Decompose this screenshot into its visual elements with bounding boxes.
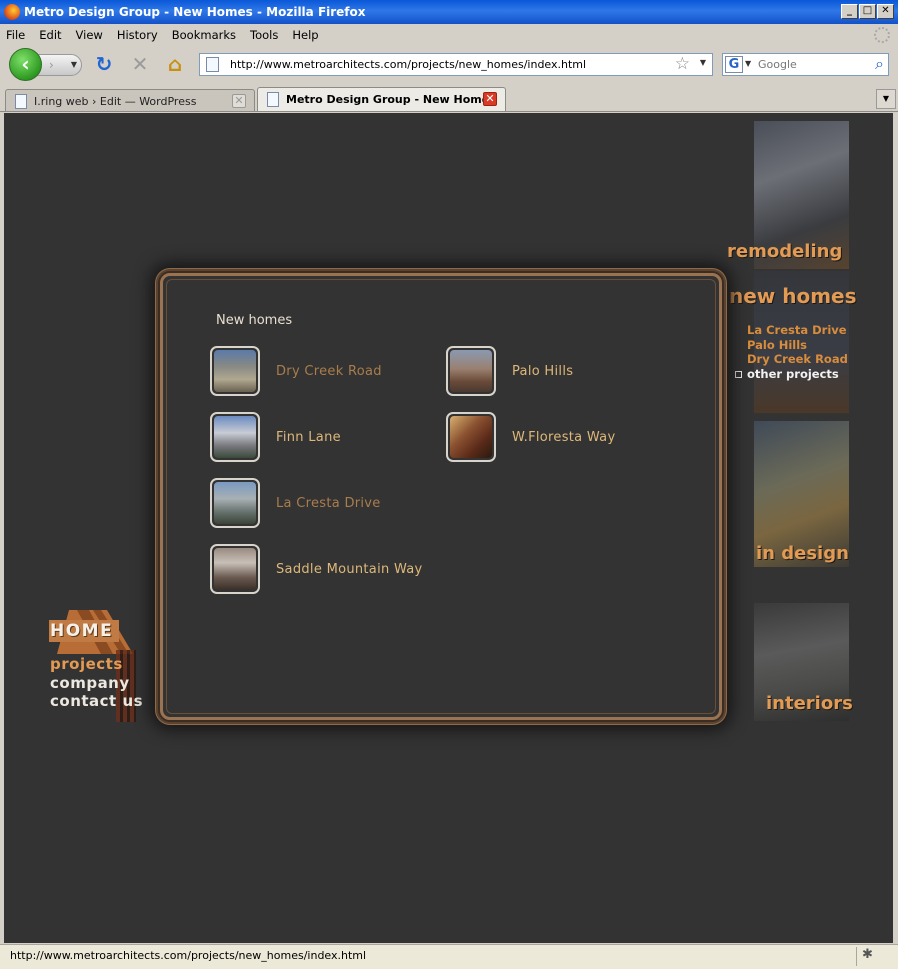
project-link[interactable]: Saddle Mountain Way [276, 562, 423, 577]
window-titlebar: Metro Design Group - New Homes - Mozilla… [0, 0, 898, 24]
tab-label: Metro Design Group - New Homes [286, 93, 496, 106]
nav-new-homes[interactable]: new homes [729, 284, 857, 308]
project-link[interactable]: La Cresta Drive [276, 496, 381, 511]
stop-icon[interactable]: ✕ [129, 53, 151, 75]
project-link[interactable]: Palo Hills [512, 364, 573, 379]
menu-bar: File Edit View History Bookmarks Tools H… [0, 24, 898, 45]
nav-interiors[interactable]: interiors [766, 693, 853, 714]
url-dropdown-icon[interactable]: ▼ [700, 58, 706, 67]
close-tab-icon[interactable]: ✕ [483, 92, 497, 106]
forward-button[interactable]: › ▼ [36, 54, 82, 76]
page-icon [15, 94, 27, 109]
url-bar[interactable]: http://www.metroarchitects.com/projects/… [199, 53, 713, 76]
bullet-icon [735, 370, 742, 378]
project-link[interactable]: Dry Creek Road [276, 364, 382, 379]
nav-contact-us[interactable]: contact us [50, 692, 143, 710]
new-homes-sublinks: La Cresta Drive Palo Hills Dry Creek Roa… [735, 323, 848, 381]
sublink-dry-creek-road[interactable]: Dry Creek Road [747, 352, 848, 367]
window-controls: _ □ ✕ [841, 4, 894, 19]
menu-file[interactable]: File [6, 28, 25, 42]
close-tab-icon[interactable]: ✕ [232, 94, 246, 108]
nav-home[interactable]: HOME [50, 621, 113, 641]
project-thumbnail[interactable] [210, 478, 260, 528]
search-icon[interactable]: ⌕ [875, 54, 884, 74]
sublink-palo-hills[interactable]: Palo Hills [747, 338, 848, 353]
project-thumbnail[interactable] [210, 544, 260, 594]
project-dry-creek-road[interactable]: Dry Creek Road [210, 346, 382, 396]
projects-panel: New homes Dry Creek Road Palo Hills Finn… [160, 273, 722, 720]
tab-label: I.ring web › Edit — WordPress [34, 95, 197, 108]
project-link[interactable]: W.Floresta Way [512, 430, 615, 445]
window-title: Metro Design Group - New Homes - Mozilla… [24, 5, 366, 19]
home-icon[interactable]: ⌂ [164, 53, 186, 75]
project-saddle-mountain-way[interactable]: Saddle Mountain Way [210, 544, 423, 594]
engine-dropdown-icon[interactable]: ▼ [745, 59, 751, 68]
forward-arrow-icon: › [49, 58, 54, 72]
tab-bar: I.ring web › Edit — WordPress ✕ Metro De… [0, 85, 898, 112]
sublink-la-cresta-drive[interactable]: La Cresta Drive [747, 323, 848, 338]
google-engine-icon[interactable]: G [725, 56, 743, 73]
navigation-toolbar: › ▼ ‹ ↻ ✕ ⌂ http://www.metroarchitects.c… [0, 45, 898, 85]
projects-panel-inner: New homes Dry Creek Road Palo Hills Finn… [166, 279, 716, 714]
page-icon [206, 57, 219, 72]
project-thumbnail[interactable] [210, 412, 260, 462]
menu-history[interactable]: History [117, 28, 158, 42]
project-thumbnail[interactable] [446, 412, 496, 462]
tab-new-homes[interactable]: Metro Design Group - New Homes ✕ [257, 87, 506, 111]
menu-edit[interactable]: Edit [39, 28, 61, 42]
menu-view[interactable]: View [76, 28, 103, 42]
reload-icon[interactable]: ↻ [93, 53, 115, 75]
project-finn-lane[interactable]: Finn Lane [210, 412, 341, 462]
search-bar[interactable]: G ▼ Google ⌕ [722, 53, 889, 76]
menu-help[interactable]: Help [292, 28, 318, 42]
close-window-button[interactable]: ✕ [877, 4, 894, 19]
menu-bookmarks[interactable]: Bookmarks [172, 28, 236, 42]
status-text: http://www.metroarchitects.com/projects/… [10, 949, 367, 962]
nav-company[interactable]: company [50, 674, 130, 692]
page-content: remodeling new homes La Cresta Drive Pal… [4, 113, 893, 943]
project-thumbnail[interactable] [210, 346, 260, 396]
history-dropdown-icon[interactable]: ▼ [71, 55, 77, 75]
firefox-icon [4, 4, 20, 20]
maximize-button[interactable]: □ [859, 4, 876, 19]
project-w-floresta-way[interactable]: W.Floresta Way [446, 412, 615, 462]
throbber-icon [874, 27, 890, 43]
section-title: New homes [216, 313, 293, 328]
back-button[interactable]: ‹ [9, 48, 42, 81]
project-thumbnail[interactable] [446, 346, 496, 396]
menu-tools[interactable]: Tools [250, 28, 278, 42]
project-link[interactable]: Finn Lane [276, 430, 341, 445]
sublink-other-projects[interactable]: other projects [735, 367, 848, 382]
nav-in-design[interactable]: in design [756, 543, 849, 564]
addon-status-icon[interactable]: ✱ [856, 947, 878, 966]
search-input[interactable]: Google [758, 58, 797, 71]
minimize-button[interactable]: _ [841, 4, 858, 19]
project-la-cresta-drive[interactable]: La Cresta Drive [210, 478, 381, 528]
tab-list-button[interactable]: ▼ [876, 89, 896, 109]
nav-remodeling[interactable]: remodeling [727, 241, 842, 262]
other-projects-label: other projects [747, 366, 839, 381]
nav-projects[interactable]: projects [50, 655, 123, 673]
project-palo-hills[interactable]: Palo Hills [446, 346, 573, 396]
page-icon [267, 92, 279, 107]
url-text[interactable]: http://www.metroarchitects.com/projects/… [230, 58, 586, 71]
tab-wordpress[interactable]: I.ring web › Edit — WordPress ✕ [5, 89, 255, 111]
status-bar: http://www.metroarchitects.com/projects/… [0, 944, 898, 969]
bookmark-star-icon[interactable]: ☆ [675, 54, 690, 74]
